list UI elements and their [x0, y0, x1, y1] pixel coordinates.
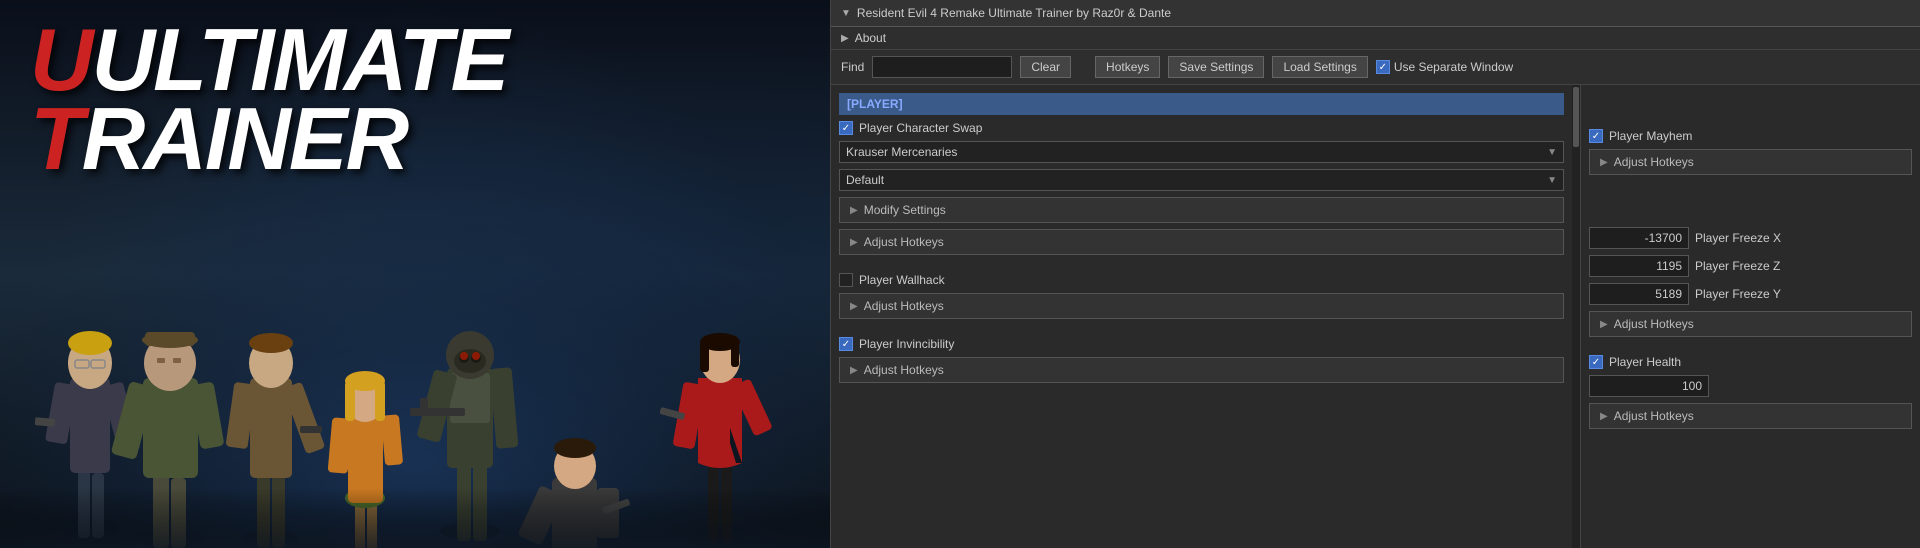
- player-section-header: [PLAYER]: [839, 93, 1564, 115]
- title-bar-text: Resident Evil 4 Remake Ultimate Trainer …: [857, 6, 1171, 20]
- content-area: [PLAYER] ✓ Player Character Swap Krauser…: [831, 85, 1920, 548]
- character-dropdown2[interactable]: Default ▼: [839, 169, 1564, 191]
- find-label: Find: [841, 60, 864, 74]
- character-dropdown2-row: Default ▼: [839, 169, 1564, 191]
- character-dropdown2-arrow: ▼: [1547, 175, 1557, 186]
- about-label: About: [855, 31, 886, 45]
- mayhem-hotkeys-arrow: ▶: [1600, 157, 1608, 168]
- freeze-adjust-hotkeys-button[interactable]: ▶ Adjust Hotkeys: [1589, 311, 1912, 337]
- freeze-z-input[interactable]: [1589, 255, 1689, 277]
- invincibility-hotkeys-label: Adjust Hotkeys: [864, 363, 944, 377]
- clear-button[interactable]: Clear: [1020, 56, 1071, 78]
- wallhack-adjust-hotkeys-button[interactable]: ▶ Adjust Hotkeys: [839, 293, 1564, 319]
- modify-settings-label: Modify Settings: [864, 203, 946, 217]
- use-separate-window-checkbox[interactable]: ✓: [1376, 60, 1390, 74]
- adjust-hotkeys1-label: Adjust Hotkeys: [864, 235, 944, 249]
- wallhack-hotkeys-arrow: ▶: [850, 301, 858, 312]
- invincibility-hotkeys-arrow: ▶: [850, 365, 858, 376]
- player-health-label: Player Health: [1609, 355, 1681, 369]
- freeze-x-input[interactable]: [1589, 227, 1689, 249]
- player-wallhack-row: Player Wallhack: [839, 273, 1564, 287]
- player-mayhem-label: Player Mayhem: [1609, 129, 1692, 143]
- left-col-scrollbar[interactable]: [1572, 85, 1580, 548]
- freeze-hotkeys-arrow: ▶: [1600, 319, 1608, 330]
- character-dropdown1-arrow: ▼: [1547, 147, 1557, 158]
- freeze-z-label: Player Freeze Z: [1695, 259, 1780, 273]
- adjust-hotkeys1-arrow: ▶: [850, 237, 858, 248]
- about-arrow-icon: ▶: [841, 33, 849, 44]
- player-invincibility-row: ✓ Player Invincibility: [839, 337, 1564, 351]
- player-invincibility-checkbox[interactable]: ✓: [839, 337, 853, 351]
- player-invincibility-label: Player Invincibility: [859, 337, 954, 351]
- character-group: [0, 148, 830, 548]
- player-health-checkbox[interactable]: ✓: [1589, 355, 1603, 369]
- freeze-z-row: Player Freeze Z: [1589, 255, 1912, 277]
- left-column: [PLAYER] ✓ Player Character Swap Krauser…: [831, 85, 1572, 548]
- find-input[interactable]: [872, 56, 1012, 78]
- game-art-panel: UULTIMATE TRAINER: [0, 0, 830, 548]
- freeze-y-input[interactable]: [1589, 283, 1689, 305]
- player-wallhack-label: Player Wallhack: [859, 273, 945, 287]
- game-title: UULTIMATE TRAINER: [30, 20, 507, 178]
- character-dropdown1-row: Krauser Mercenaries ▼: [839, 141, 1564, 163]
- freeze-y-row: Player Freeze Y: [1589, 283, 1912, 305]
- adjust-hotkeys-button1[interactable]: ▶ Adjust Hotkeys: [839, 229, 1564, 255]
- right-column: ✓ Player Mayhem ▶ Adjust Hotkeys Player …: [1580, 85, 1920, 548]
- player-character-swap-row: ✓ Player Character Swap: [839, 121, 1564, 135]
- character-dropdown1-value: Krauser Mercenaries: [846, 145, 957, 159]
- wallhack-hotkeys-label: Adjust Hotkeys: [864, 299, 944, 313]
- save-settings-button[interactable]: Save Settings: [1168, 56, 1264, 78]
- invincibility-adjust-hotkeys-button[interactable]: ▶ Adjust Hotkeys: [839, 357, 1564, 383]
- freeze-y-label: Player Freeze Y: [1695, 287, 1781, 301]
- mayhem-adjust-hotkeys-button[interactable]: ▶ Adjust Hotkeys: [1589, 149, 1912, 175]
- player-character-swap-checkbox[interactable]: ✓: [839, 121, 853, 135]
- player-character-swap-label: Player Character Swap: [859, 121, 982, 135]
- about-row[interactable]: ▶ About: [831, 27, 1920, 50]
- hotkeys-button[interactable]: Hotkeys: [1095, 56, 1160, 78]
- health-hotkeys-label: Adjust Hotkeys: [1614, 409, 1694, 423]
- title-line2: TRAINER: [30, 99, 507, 178]
- health-value-input[interactable]: [1589, 375, 1709, 397]
- title-bar: ▼ Resident Evil 4 Remake Ultimate Traine…: [831, 0, 1920, 27]
- freeze-x-row: Player Freeze X: [1589, 227, 1912, 249]
- scrollbar-thumb: [1573, 87, 1579, 147]
- title-line1: UULTIMATE: [30, 20, 507, 99]
- title-bar-arrow-icon: ▼: [841, 8, 851, 19]
- use-separate-window-row: ✓ Use Separate Window: [1376, 60, 1513, 74]
- health-value-row: [1589, 375, 1912, 397]
- player-health-row: ✓ Player Health: [1589, 355, 1912, 369]
- trainer-panel: ▼ Resident Evil 4 Remake Ultimate Traine…: [830, 0, 1920, 548]
- player-wallhack-checkbox[interactable]: [839, 273, 853, 287]
- load-settings-button[interactable]: Load Settings: [1272, 56, 1367, 78]
- player-mayhem-row: ✓ Player Mayhem: [1589, 129, 1912, 143]
- trainer-text-rest: RAINER: [82, 89, 407, 188]
- use-separate-window-label: Use Separate Window: [1394, 60, 1513, 74]
- freeze-x-label: Player Freeze X: [1695, 231, 1781, 245]
- character-dropdown2-value: Default: [846, 173, 884, 187]
- freeze-hotkeys-label: Adjust Hotkeys: [1614, 317, 1694, 331]
- player-mayhem-checkbox[interactable]: ✓: [1589, 129, 1603, 143]
- health-adjust-hotkeys-button[interactable]: ▶ Adjust Hotkeys: [1589, 403, 1912, 429]
- modify-settings-button[interactable]: ▶ Modify Settings: [839, 197, 1564, 223]
- character-dropdown1[interactable]: Krauser Mercenaries ▼: [839, 141, 1564, 163]
- find-row: Find Clear Hotkeys Save Settings Load Se…: [831, 50, 1920, 85]
- health-hotkeys-arrow: ▶: [1600, 411, 1608, 422]
- modify-settings-arrow: ▶: [850, 205, 858, 216]
- mayhem-hotkeys-label: Adjust Hotkeys: [1614, 155, 1694, 169]
